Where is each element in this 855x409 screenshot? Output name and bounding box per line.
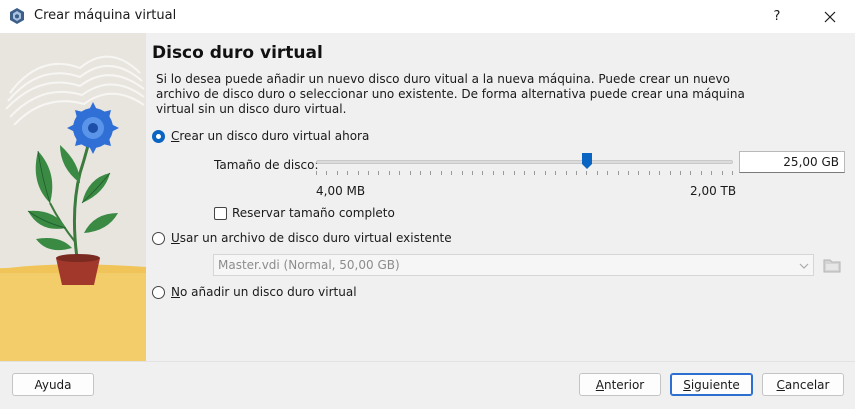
slider-tick <box>690 171 691 175</box>
preallocate-checkbox-row[interactable]: Reservar tamaño completo <box>214 206 395 220</box>
slider-tick <box>597 171 598 175</box>
slider-tick <box>566 171 567 175</box>
slider-tick <box>524 171 525 175</box>
radio-use-existing-label[interactable]: Usar un archivo de disco duro virtual ex… <box>171 231 452 245</box>
title-bar: Crear máquina virtual ? <box>0 0 855 33</box>
preallocate-checkbox[interactable] <box>214 206 227 220</box>
slider-handle[interactable] <box>581 152 593 170</box>
existing-disk-select[interactable]: Master.vdi (Normal, 50,00 GB) <box>213 254 814 276</box>
slider-tick <box>503 171 504 175</box>
close-button[interactable] <box>810 0 850 33</box>
close-icon <box>824 11 836 22</box>
slider-tick <box>316 171 317 175</box>
slider-tick <box>638 171 639 175</box>
page-title: Disco duro virtual <box>152 43 323 63</box>
slider-tick <box>451 171 452 175</box>
radio-use-existing-disk[interactable]: Usar un archivo de disco duro virtual ex… <box>152 231 452 245</box>
slider-tick <box>711 171 712 175</box>
radio-indicator[interactable] <box>152 129 165 143</box>
slider-tick <box>462 171 463 175</box>
window-title: Crear máquina virtual <box>34 8 177 23</box>
footer-separator <box>0 361 855 362</box>
slider-tick <box>326 171 327 175</box>
slider-tick <box>722 171 723 175</box>
help-titlebar-button[interactable]: ? <box>765 0 789 33</box>
slider-tick <box>378 171 379 175</box>
slider-tick <box>347 171 348 175</box>
slider-tick <box>514 171 515 175</box>
slider-tick <box>701 171 702 175</box>
existing-disk-selected: Master.vdi (Normal, 50,00 GB) <box>218 258 400 272</box>
back-button[interactable]: Anterior <box>579 373 661 396</box>
page-description: Si lo desea puede añadir un nuevo disco … <box>156 72 745 116</box>
slider-tick <box>545 171 546 175</box>
browse-disk-button[interactable] <box>820 254 844 276</box>
slider-tick <box>337 171 338 175</box>
slider-tick <box>586 171 587 175</box>
chevron-down-icon <box>799 260 809 270</box>
slider-tick <box>389 171 390 175</box>
slider-tick <box>430 171 431 175</box>
radio-create-new-label[interactable]: Crear un disco duro virtual ahora <box>171 129 369 143</box>
preallocate-label[interactable]: Reservar tamaño completo <box>232 206 395 220</box>
slider-tick <box>482 171 483 175</box>
radio-no-disk-label[interactable]: No añadir un disco duro virtual <box>171 285 357 299</box>
slider-tick <box>368 171 369 175</box>
radio-indicator[interactable] <box>152 285 165 299</box>
slider-tick <box>493 171 494 175</box>
slider-tick <box>441 171 442 175</box>
slider-tick <box>659 171 660 175</box>
slider-groove[interactable] <box>316 160 733 164</box>
slider-tick <box>555 171 556 175</box>
slider-tick <box>680 171 681 175</box>
next-button[interactable]: Siguiente <box>670 373 753 396</box>
wizard-illustration <box>0 33 146 361</box>
disk-size-input[interactable]: 25,00 GB <box>739 151 845 173</box>
slider-tick <box>649 171 650 175</box>
slider-min-label: 4,00 MB <box>316 184 366 198</box>
slider-tick <box>670 171 671 175</box>
folder-icon <box>823 259 841 273</box>
slider-tick <box>410 171 411 175</box>
cancel-button[interactable]: Cancelar <box>762 373 844 396</box>
radio-create-new-disk[interactable]: Crear un disco duro virtual ahora <box>152 129 369 143</box>
slider-tick <box>420 171 421 175</box>
virtualbox-icon <box>8 7 26 25</box>
slider-tick <box>607 171 608 175</box>
slider-tick <box>358 171 359 175</box>
slider-tick <box>534 171 535 175</box>
slider-max-label: 2,00 TB <box>690 184 737 198</box>
radio-no-disk[interactable]: No añadir un disco duro virtual <box>152 285 357 299</box>
slider-tick <box>628 171 629 175</box>
slider-tick <box>472 171 473 175</box>
disk-size-slider[interactable] <box>316 151 733 177</box>
slider-tick <box>618 171 619 175</box>
radio-indicator[interactable] <box>152 231 165 245</box>
slider-tick <box>576 171 577 175</box>
slider-tick <box>732 171 733 175</box>
disk-size-label: Tamaño de disco: <box>214 158 319 172</box>
slider-tick <box>399 171 400 175</box>
help-button[interactable]: Ayuda <box>12 373 94 396</box>
